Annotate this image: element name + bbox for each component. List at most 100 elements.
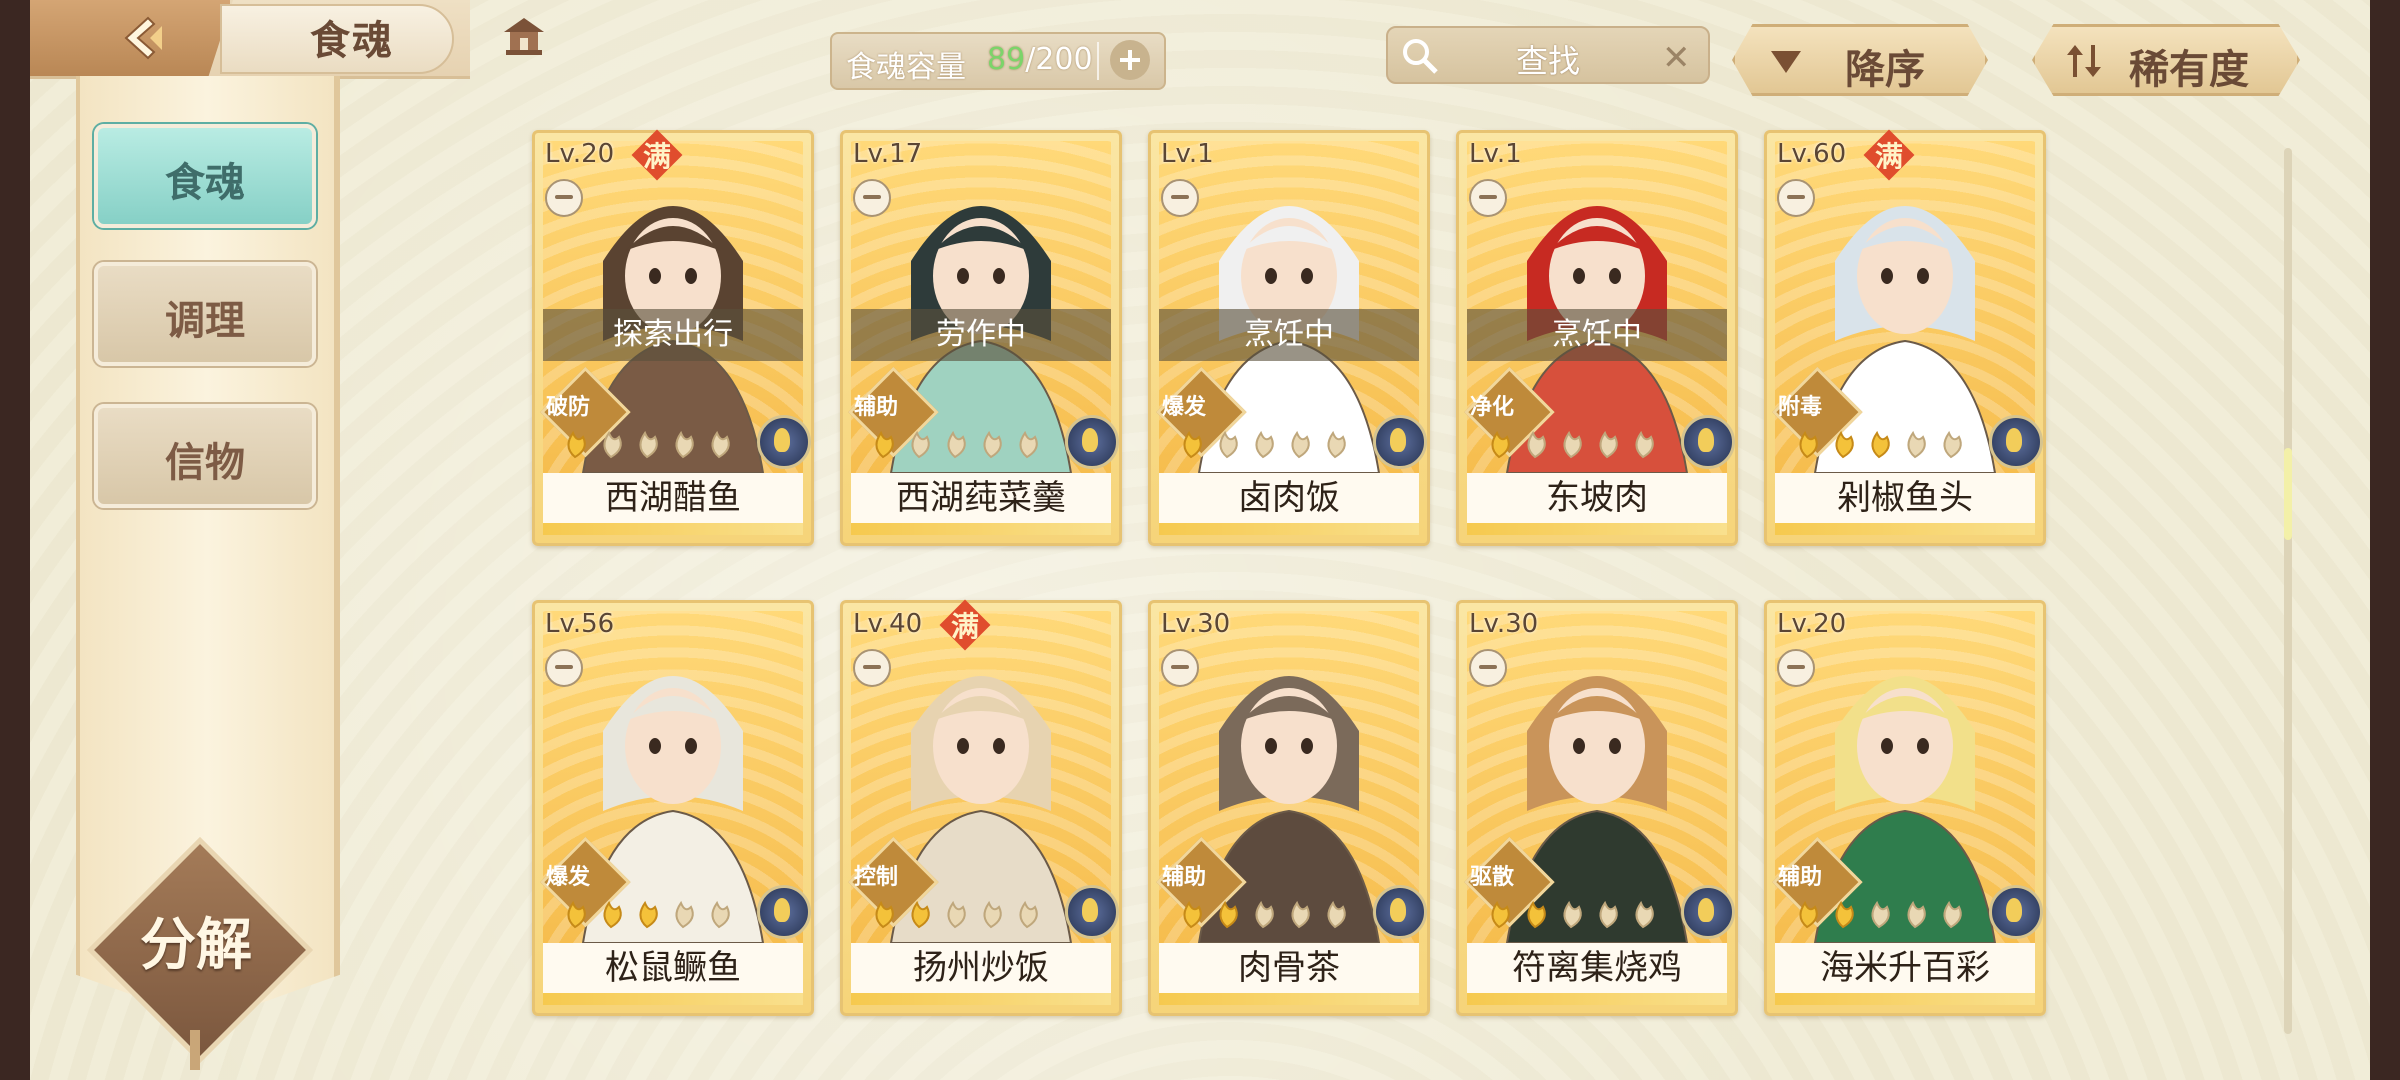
flame-star-icon — [875, 430, 894, 459]
level-label: Lv.30 — [1469, 609, 1539, 639]
character-name: 肉骨茶 — [1159, 943, 1419, 993]
food-soul-card[interactable]: Lv.20 满探索出行 破防 西湖醋鱼 — [532, 129, 814, 546]
food-soul-card[interactable]: Lv.30 辅助 肉骨茶 — [1148, 600, 1430, 1016]
scrollbar-thumb[interactable] — [2284, 448, 2292, 540]
food-soul-card[interactable]: Lv.30 驱散 符离集烧鸡 — [1456, 600, 1738, 1016]
card-bottom-bar — [1775, 993, 2035, 1005]
flame-star-icon — [1907, 430, 1926, 459]
element-icon — [1065, 415, 1119, 469]
card-bottom-bar — [1159, 993, 1419, 1005]
max-level-badge: 满 — [642, 140, 671, 173]
tab-food-souls[interactable]: 食魂 — [94, 124, 316, 228]
role-badge: 驱散 — [1469, 865, 1514, 890]
home-icon[interactable] — [502, 16, 546, 60]
element-icon — [1989, 415, 2043, 469]
flame-star-icon — [1527, 900, 1546, 929]
bowl-icon — [1777, 179, 1815, 217]
character-name: 卤肉饭 — [1159, 473, 1419, 523]
max-level-badge: 满 — [1874, 140, 1903, 173]
flame-star-icon — [983, 430, 1002, 459]
bowl-icon — [853, 649, 891, 687]
element-icon — [1681, 415, 1735, 469]
flame-star-icon — [1563, 900, 1582, 929]
flame-star-icon — [1799, 430, 1818, 459]
level-label: Lv.30 — [1161, 609, 1231, 639]
tab-conditioning[interactable]: 调理 — [94, 262, 316, 366]
capacity-label: 食魂容量 — [846, 50, 966, 85]
card-bottom-bar — [543, 523, 803, 535]
add-capacity-button[interactable] — [1110, 40, 1150, 80]
flame-star-icon — [711, 430, 730, 459]
card-bottom-bar — [1159, 523, 1419, 535]
level-label: Lv.17 — [853, 139, 923, 169]
character-name: 海米升百彩 — [1775, 943, 2035, 993]
food-soul-card[interactable]: Lv.40 满控制 扬州炒饭 — [840, 599, 1122, 1016]
character-name: 松鼠鳜鱼 — [543, 943, 803, 993]
element-icon — [1681, 885, 1735, 939]
star-rating — [875, 900, 1038, 929]
capacity-max: /200 — [1025, 42, 1093, 77]
character-name: 西湖莼菜羹 — [851, 473, 1111, 523]
element-icon — [757, 885, 811, 939]
back-button[interactable] — [30, 0, 233, 76]
flame-star-icon — [1599, 900, 1618, 929]
flame-star-icon — [1327, 900, 1346, 929]
sort-order-button[interactable]: 降序 — [1732, 24, 1988, 96]
flame-star-icon — [1291, 430, 1310, 459]
tab-label: 食魂 — [165, 159, 245, 206]
level-label: Lv.1 — [1469, 139, 1522, 169]
flame-star-icon — [1835, 430, 1854, 459]
food-soul-card[interactable]: Lv.17 劳作中 辅助 西湖莼菜羹 — [840, 130, 1122, 546]
food-soul-card[interactable]: Lv.1 烹饪中 净化 东坡肉 — [1456, 130, 1738, 546]
card-bottom-bar — [543, 993, 803, 1005]
search-icon — [1403, 39, 1438, 74]
status-banner: 劳作中 — [851, 309, 1111, 361]
flame-star-icon — [983, 900, 1002, 929]
flame-star-icon — [947, 900, 966, 929]
flame-star-icon — [675, 900, 694, 929]
role-badge: 破防 — [545, 395, 590, 420]
star-rating — [1491, 900, 1654, 929]
flame-star-icon — [603, 900, 622, 929]
search-input[interactable]: 查找 ✕ — [1386, 26, 1710, 84]
flame-star-icon — [1491, 900, 1510, 929]
scrollbar-track[interactable] — [2284, 148, 2292, 1034]
card-bottom-bar — [1775, 523, 2035, 535]
level-label: Lv.20 — [545, 139, 615, 169]
flame-star-icon — [567, 900, 586, 929]
flame-star-icon — [1291, 900, 1310, 929]
food-soul-card[interactable]: Lv.56 爆发 松鼠鳜鱼 — [532, 600, 814, 1016]
max-level-badge: 满 — [950, 610, 979, 643]
close-icon[interactable]: ✕ — [1662, 38, 1691, 78]
flame-star-icon — [1943, 430, 1962, 459]
status-banner: 探索出行 — [543, 309, 803, 361]
flame-star-icon — [1019, 430, 1038, 459]
flame-star-icon — [639, 430, 658, 459]
flame-star-icon — [875, 900, 894, 929]
element-icon — [1373, 415, 1427, 469]
flame-star-icon — [639, 900, 658, 929]
sort-order-label: 降序 — [1845, 47, 1925, 93]
food-soul-card[interactable]: Lv.60 满附毒 剁椒鱼头 — [1764, 129, 2046, 546]
food-soul-card[interactable]: Lv.20 辅助 海米升百彩 — [1764, 600, 2046, 1016]
flame-star-icon — [911, 900, 930, 929]
star-rating — [1183, 430, 1346, 459]
card-bottom-bar — [851, 523, 1111, 535]
star-rating — [567, 430, 730, 459]
star-rating — [1183, 900, 1346, 929]
capacity-divider — [1097, 42, 1099, 80]
bowl-icon — [1161, 649, 1199, 687]
bowl-icon — [853, 179, 891, 217]
star-rating — [1799, 430, 1962, 459]
food-soul-card[interactable]: Lv.1 烹饪中 爆发 卤肉饭 — [1148, 130, 1430, 546]
bowl-icon — [1161, 179, 1199, 217]
star-rating — [875, 430, 1038, 459]
tassel-decoration — [190, 1030, 200, 1070]
bowl-icon — [1469, 179, 1507, 217]
sort-field-button[interactable]: 稀有度 — [2032, 24, 2300, 96]
flame-star-icon — [711, 900, 730, 929]
tab-tokens[interactable]: 信物 — [94, 404, 316, 508]
flame-star-icon — [567, 430, 586, 459]
role-badge: 净化 — [1469, 395, 1514, 420]
flame-star-icon — [1635, 900, 1654, 929]
